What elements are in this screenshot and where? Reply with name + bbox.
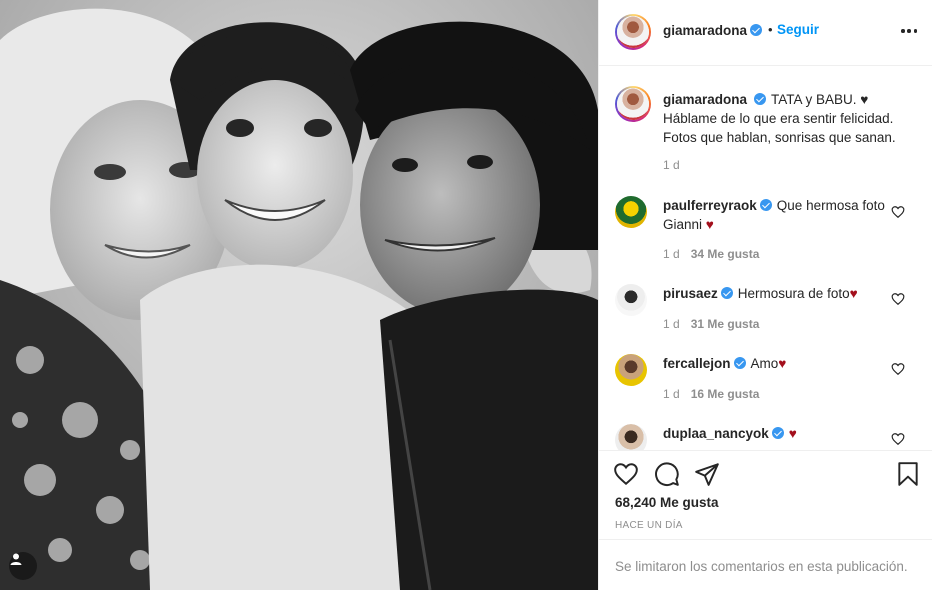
verified-badge-icon <box>771 427 784 439</box>
post-image <box>0 0 598 590</box>
heart-icon[interactable] <box>613 461 639 487</box>
commenter-avatar[interactable] <box>615 354 647 386</box>
comment-meta: 1 d 34 Me gusta <box>663 247 759 261</box>
comment-username[interactable]: pirusaez <box>663 286 718 301</box>
comment: paulferreyraok Que hermosa foto Gianni ♥ <box>663 196 891 234</box>
post-details-panel: giamaradona • Seguir giamaradona TATA y B… <box>598 0 932 590</box>
comment-time[interactable]: 1 d <box>663 247 680 261</box>
author-username[interactable]: giamaradona <box>663 23 747 38</box>
verified-badge-icon <box>759 199 772 211</box>
comment-like-heart-icon[interactable] <box>891 362 905 376</box>
comment-like-heart-icon[interactable] <box>891 432 905 446</box>
commenter-avatar[interactable] <box>615 424 647 450</box>
user-tag-icon <box>10 553 22 565</box>
comment-text: Amo <box>750 356 779 371</box>
share-icon[interactable] <box>694 461 720 487</box>
author-username-row: giamaradona <box>663 23 763 38</box>
comment-time[interactable]: 1 d <box>663 387 680 401</box>
comment-icon[interactable] <box>654 461 680 487</box>
comment-username[interactable]: fercallejon <box>663 356 731 371</box>
comment-like-heart-icon[interactable] <box>891 292 905 306</box>
caption-avatar[interactable] <box>615 86 651 122</box>
separator-dot: • <box>768 22 773 37</box>
comment-username[interactable]: duplaa_nancyok <box>663 426 769 441</box>
author-avatar[interactable] <box>615 14 651 50</box>
user-tag-button[interactable] <box>9 552 37 580</box>
red-heart-emoji: ♥ <box>849 286 858 301</box>
red-heart-emoji: ♥ <box>788 426 797 441</box>
post-header: giamaradona • Seguir <box>599 0 932 66</box>
more-options-button[interactable] <box>899 21 919 41</box>
likes-count[interactable]: 68,240 Me gusta <box>615 495 719 510</box>
comment-meta: 1 d 16 Me gusta <box>663 387 759 401</box>
comments-limited-text: Se limitaron los comentarios en esta pub… <box>615 559 908 574</box>
commenter-avatar[interactable] <box>615 284 647 316</box>
comment-meta: 1 d 31 Me gusta <box>663 317 759 331</box>
comment-likes[interactable]: 16 Me gusta <box>691 387 760 401</box>
comments-list[interactable]: giamaradona TATA y BABU. ♥ Háblame de lo … <box>599 66 932 450</box>
post-photo[interactable] <box>0 0 598 590</box>
follow-button[interactable]: Seguir <box>777 22 819 37</box>
comment-likes[interactable]: 31 Me gusta <box>691 317 760 331</box>
comment-time[interactable]: 1 d <box>663 317 680 331</box>
verified-badge-icon <box>720 287 733 299</box>
comments-limited-notice: Se limitaron los comentarios en esta pub… <box>599 539 932 590</box>
red-heart-emoji: ♥ <box>705 217 714 232</box>
caption-time[interactable]: 1 d <box>663 158 680 172</box>
posted-time[interactable]: HACE UN DÍA <box>615 520 683 531</box>
caption-username[interactable]: giamaradona <box>663 92 747 107</box>
comment-likes[interactable]: 34 Me gusta <box>691 247 760 261</box>
verified-badge-icon <box>750 24 763 36</box>
comment-username[interactable]: paulferreyraok <box>663 198 757 213</box>
comment-like-heart-icon[interactable] <box>891 205 905 219</box>
post-caption: giamaradona TATA y BABU. ♥ Háblame de lo … <box>663 90 919 147</box>
post-actions: 68,240 Me gusta HACE UN DÍA <box>599 450 932 540</box>
comment: fercallejon Amo♥ <box>663 354 891 373</box>
more-options-icon <box>901 29 905 33</box>
comment: duplaa_nancyok ♥ <box>663 424 891 443</box>
commenter-avatar[interactable] <box>615 196 647 228</box>
verified-badge-icon <box>733 357 746 369</box>
bookmark-icon[interactable] <box>895 461 921 487</box>
comment: pirusaez Hermosura de foto♥ <box>663 284 891 303</box>
verified-badge-icon <box>754 93 767 105</box>
red-heart-emoji: ♥ <box>778 356 787 371</box>
comment-text: Hermosura de foto <box>737 286 850 301</box>
